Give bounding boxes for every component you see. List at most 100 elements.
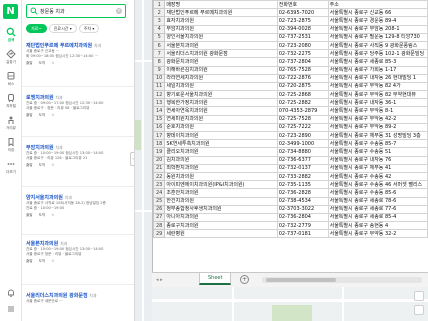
row-number[interactable]: 13 [153,98,166,108]
table-cell[interactable]: 서울특별시 종로구 세종로 78-6 [327,196,428,206]
table-cell[interactable]: 서울특별시 종로구 송현동 4 [327,221,428,231]
arrive-button[interactable]: 도착 [39,213,46,218]
table-cell[interactable]: 서울특별시 종로구 수송동 42 [327,171,428,182]
table-cell[interactable]: 02-723-2890 [276,130,329,141]
nav-bus[interactable]: 버스 [0,71,22,87]
table-cell[interactable]: 서울특별시 종로구 신교동 66 [327,8,428,18]
filter-chip-treatment[interactable]: 치료~ [26,24,47,33]
table-cell[interactable]: 서울특별시 종로구 무악동 8-1 [327,106,428,116]
row-number[interactable]: 26 [153,204,166,214]
table-cell[interactable]: 02-722-2876 [276,73,329,83]
map-zoom-button[interactable] [414,291,424,301]
table-cell[interactable]: 이해바른김치과의원 [164,65,278,75]
table-cell[interactable]: 02-725-2882 [276,98,329,108]
table-cell[interactable]: 02-734-8880 [276,147,329,157]
table-cell[interactable]: 서울특별시 종로구 체부동 31 성명빌딩 3층 [327,130,428,141]
table-cell[interactable]: 한건치과의원 [164,196,278,206]
table-cell[interactable]: 동원치과의원 [164,171,278,182]
result-item[interactable]: 양지서울치과의원 치과 서울 종로구 사직로 108(사직동 28-2) 정남빌… [26,194,130,218]
table-cell[interactable]: 서울특별시 종로구 경운동 89-4 [327,16,428,26]
row-number[interactable]: 2 [153,8,166,18]
column-header-cell[interactable]: 매장명 [164,0,278,10]
table-cell[interactable]: 서울특별시 종로구 수송동 85-6 [327,188,428,198]
table-cell[interactable]: 서울리더스치과의원 광화문점 [164,49,278,59]
filter-chip-hours[interactable]: 진료시간 ▾ [48,24,77,33]
table-cell[interactable]: 서울특별시 종로구 수송동 85-7 [327,139,428,149]
row-number[interactable]: 20 [153,155,166,165]
save-star-icon[interactable]: ☆ [51,163,54,168]
result-item[interactable]: 로맹치과의원 치과 진료 중 · 09:00~17:00 점심시간 12:30~… [26,94,130,118]
row-number[interactable]: 3 [153,16,166,26]
table-cell[interactable]: 02-3703-3022 [276,204,329,214]
table-cell[interactable]: 서울특별시 종로구 세종로 77-6 [327,204,428,214]
nav-more[interactable]: 더보기 [0,159,22,175]
scrollbar-thumb[interactable] [266,278,336,282]
save-star-icon[interactable]: ☆ [51,61,54,66]
result-name[interactable]: 부암치과의원 치과 [26,144,130,151]
nav-directions[interactable]: 길찾기 [0,49,22,65]
table-cell[interactable]: 02-6395-7020 [276,8,329,18]
table-cell[interactable]: 연세미원치과의원 [164,114,278,124]
row-number[interactable]: 1 [153,0,166,10]
row-number[interactable]: 14 [153,106,166,116]
row-number[interactable]: 19 [153,147,166,157]
row-number[interactable]: 28 [153,221,166,231]
row-number[interactable]: 5 [153,32,166,42]
table-cell[interactable]: 02-394-0028 [276,24,329,34]
table-cell[interactable]: 서울특별시 종로구 필운동 129-8 티앙730 [327,32,428,42]
row-number[interactable]: 15 [153,114,166,124]
table-cell[interactable]: 종로구치과의원 [164,221,278,231]
table-cell[interactable]: 서울특별시 종로구 무악동 42-2 [327,114,428,124]
row-number[interactable]: 29 [153,229,166,239]
column-header-cell[interactable]: 전화번호 [276,0,329,10]
row-number[interactable]: 7 [153,49,166,59]
depart-button[interactable]: 출발 [26,163,33,168]
horizontal-scrollbar[interactable] [262,277,422,283]
table-cell[interactable]: 클리오치과의원 [164,147,278,157]
result-item[interactable]: 부암치과의원 치과 진료 중 · 10:00~19:00 점심시간 13:00~… [26,144,130,168]
table-cell[interactable]: 광화문치과의원 [164,57,278,67]
table-cell[interactable]: 양인서울치과의원 [164,32,278,42]
table-cell[interactable]: 세일치과의원 [164,81,278,92]
depart-button[interactable]: 출발 [26,259,33,264]
table-cell[interactable]: 연세아연옥치과의원 [164,106,278,116]
table-cell[interactable]: 서울특별시 종로구 무악동 82 무약현대뷰 [327,90,428,100]
nav-subway[interactable]: 지하철 [0,93,22,109]
table-cell[interactable]: 서울특별시 종로구 무악동 89-2 [327,122,428,133]
table-cell[interactable]: 02-725-7528 [276,114,329,124]
result-name[interactable]: 로맹치과의원 치과 [26,94,130,101]
table-cell[interactable]: 02-765-7528 [276,65,329,75]
table-cell[interactable]: 02-725-7222 [276,122,329,133]
save-star-icon[interactable]: ☆ [51,113,54,118]
column-header-cell[interactable]: 주소 [327,0,428,10]
row-number[interactable]: 8 [153,57,166,67]
row-number[interactable]: 23 [153,180,166,190]
table-cell[interactable]: 서울특별시 종로구 내자동 76 [327,155,428,165]
row-number[interactable]: 25 [153,196,166,206]
result-name[interactable]: 서울리더스치과의원 광화문점 치과 [26,292,130,299]
table-cell[interactable]: 070-4353-2879 [276,106,329,116]
naver-logo[interactable]: N [3,4,18,19]
map-view-lower[interactable] [152,287,428,321]
table-cell[interactable]: 02-723-2875 [276,16,329,26]
row-number[interactable]: 17 [153,130,166,141]
table-cell[interactable]: 부암치과의원 [164,24,278,34]
table-cell[interactable]: 02-732-2275 [276,49,329,59]
table-cell[interactable]: 02-737-2804 [276,57,329,67]
map-view[interactable] [135,0,152,321]
table-cell[interactable]: 서울특별시 종로구 무악동 82 4가 [327,81,428,92]
table-cell[interactable]: 서울본치과의원 [164,40,278,51]
table-cell[interactable]: 서울특별시 종로구 수송동 51 [327,147,428,157]
table-cell[interactable]: 세란병원 [164,229,278,239]
table-cell[interactable]: 02-738-4534 [276,196,329,206]
save-star-icon[interactable]: ☆ [51,213,54,218]
result-name[interactable]: 재단법인푸르메 푸르메치과의원 치과 [26,42,130,49]
filter-chip-parking[interactable]: 주차 ▾ [78,24,100,33]
table-cell[interactable]: 향기로운서울치과의원 [164,90,278,100]
table-cell[interactable]: 서울특별시 종로구 수송동 46 서머셋 팰리스 [327,180,428,190]
table-cell[interactable]: 02-736-2828 [276,188,329,198]
search-box[interactable]: × [26,4,126,18]
map-layer-button[interactable] [414,305,424,315]
table-cell[interactable]: 서울특별시 종로구 가회동 1-17 [327,65,428,75]
result-item[interactable]: 서울본치과의원 치과 진료 중 · 10:00~19:00 점심시간 13:00… [26,240,130,264]
